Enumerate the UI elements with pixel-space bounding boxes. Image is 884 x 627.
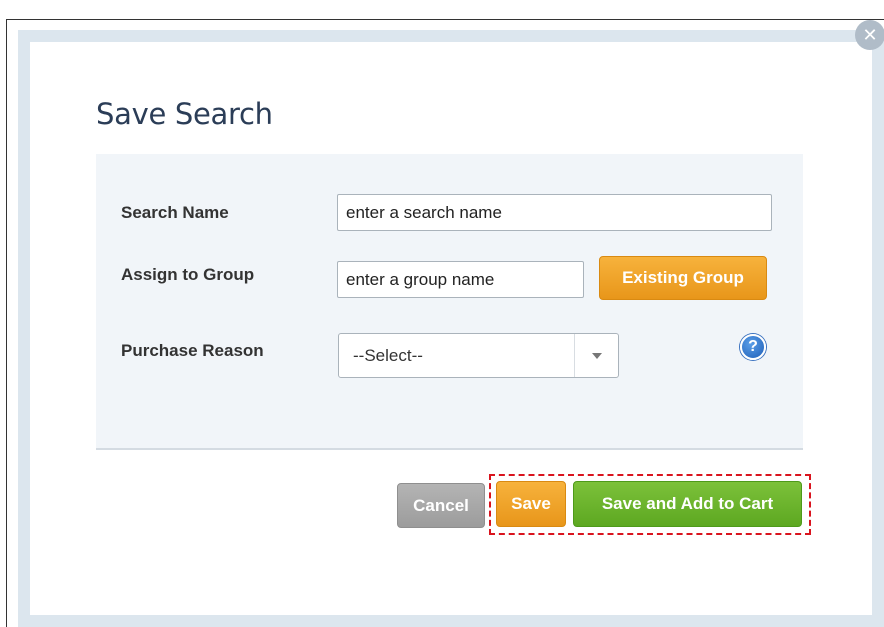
search-name-input[interactable] <box>337 194 772 231</box>
search-name-label: Search Name <box>121 203 229 222</box>
cancel-button[interactable]: Cancel <box>397 483 485 528</box>
existing-group-button[interactable]: Existing Group <box>599 256 767 300</box>
group-name-input[interactable] <box>337 261 584 298</box>
close-icon[interactable]: ✕ <box>855 20 884 50</box>
purchase-reason-select[interactable]: --Select-- <box>338 333 619 378</box>
chevron-down-icon[interactable] <box>592 353 602 359</box>
dialog-title: Save Search <box>96 97 273 131</box>
help-icon[interactable]: ? <box>740 334 766 360</box>
purchase-reason-label: Purchase Reason <box>121 341 264 360</box>
purchase-reason-selected: --Select-- <box>353 346 423 365</box>
save-and-add-to-cart-button[interactable]: Save and Add to Cart <box>573 481 802 527</box>
divider <box>96 448 803 450</box>
assign-group-label: Assign to Group <box>121 265 255 284</box>
save-button[interactable]: Save <box>496 481 566 527</box>
select-divider <box>574 334 575 377</box>
